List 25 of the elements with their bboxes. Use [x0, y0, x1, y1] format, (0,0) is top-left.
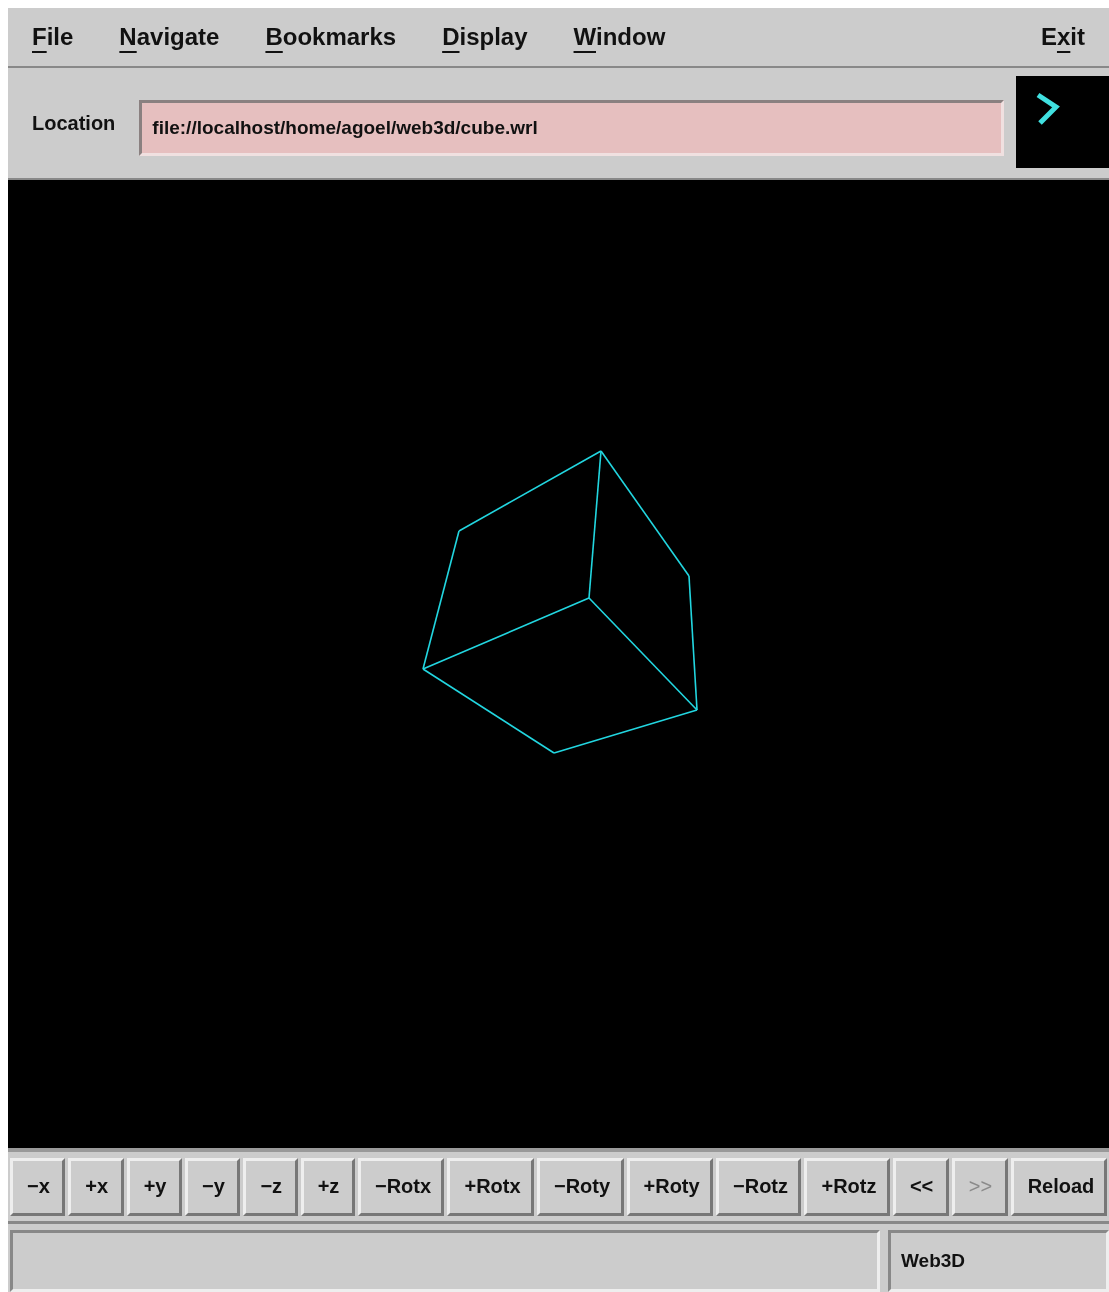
toolbar-button[interactable]: −z	[243, 1157, 298, 1216]
menu-item[interactable]: Window	[573, 23, 666, 51]
toolbar-button[interactable]: +Rotz	[804, 1157, 890, 1216]
go-button[interactable]	[1016, 76, 1109, 168]
toolbar-button[interactable]: −y	[185, 1157, 241, 1216]
exit-menu[interactable]: Exit	[1040, 23, 1085, 51]
toolbar-button[interactable]: Reload	[1010, 1157, 1108, 1216]
toolbar-button[interactable]: +Rotx	[447, 1157, 534, 1216]
menu-item[interactable]: File	[32, 23, 74, 51]
location-field[interactable]: file://localhost/home/agoel/web3d/cube.wrl	[139, 100, 1004, 156]
chevron-icon	[1034, 92, 1062, 126]
toolbar-button[interactable]: −x	[10, 1157, 66, 1216]
status-message: Web3D	[888, 1230, 1109, 1292]
menu-item[interactable]: Navigate	[119, 23, 220, 51]
toolbar-button[interactable]: +Roty	[626, 1157, 714, 1216]
toolbar-button[interactable]: −Rotz	[716, 1157, 802, 1216]
toolbar-button[interactable]: +z	[300, 1157, 355, 1216]
toolbar-button[interactable]: +x	[68, 1157, 124, 1216]
toolbar-button[interactable]: −Rotx	[357, 1157, 445, 1216]
toolbar-button[interactable]: +y	[126, 1157, 183, 1216]
menu-item[interactable]: Bookmarks	[265, 23, 397, 51]
toolbar-button[interactable]: −Roty	[537, 1157, 624, 1216]
menu-item[interactable]: Display	[442, 23, 528, 51]
toolbar-button[interactable]: <<	[892, 1157, 949, 1216]
location-label: Location	[32, 112, 116, 135]
